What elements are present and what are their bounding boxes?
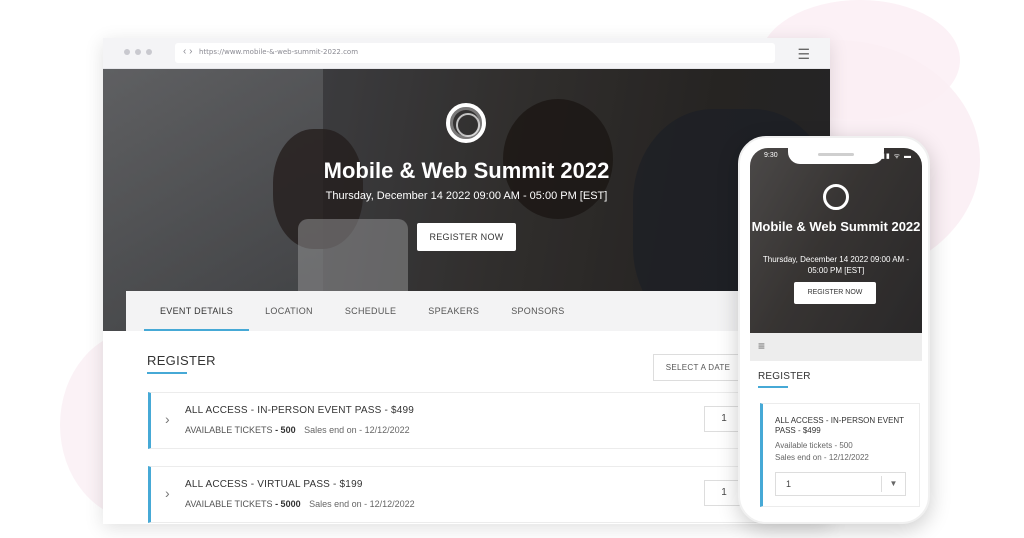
register-heading: REGISTER <box>758 371 811 382</box>
mobile-phone-mock: 9:30 ▮▮ ᯤ ▬ Mobile & Web Summit 2022 Thu… <box>738 136 930 524</box>
window-dot <box>135 49 141 55</box>
tab-event-details[interactable]: EVENT DETAILS <box>144 291 250 331</box>
ticket-name: ALL ACCESS - IN-PERSON EVENT PASS - $499 <box>185 405 415 416</box>
phone-notch <box>788 148 884 164</box>
available-label: AVAILABLE TICKETS <box>185 499 273 509</box>
register-heading: REGISTER <box>147 353 216 368</box>
status-time: 9:30 <box>764 152 778 159</box>
window-dot <box>146 49 152 55</box>
tab-schedule[interactable]: SCHEDULE <box>329 291 412 331</box>
available-tickets: Available tickets - 500 <box>775 441 853 450</box>
nav-arrows-icon[interactable]: ‹ › <box>183 46 192 57</box>
ticket-row[interactable]: › ALL ACCESS - VIRTUAL PASS - $199 AVAIL… <box>148 466 788 523</box>
tab-speakers[interactable]: SPEAKERS <box>412 291 495 331</box>
quantity-value: 1 <box>786 479 792 489</box>
ticket-name: ALL ACCESS - IN-PERSON EVENT PASS - $499 <box>775 416 904 435</box>
register-section: REGISTER SELECT A DATE › ALL ACCESS - IN… <box>103 331 830 524</box>
heading-underline <box>147 372 187 374</box>
chevron-down-icon[interactable]: ▼ <box>881 476 905 492</box>
browser-chrome: ‹ › https://www.mobile-&-web-summit-2022… <box>103 38 830 69</box>
chevron-right-icon[interactable]: › <box>165 485 170 501</box>
ticket-card[interactable]: ALL ACCESS - IN-PERSON EVENT PASS - $499… <box>760 403 920 507</box>
ticket-name: ALL ACCESS - VIRTUAL PASS - $199 <box>185 479 363 490</box>
ticket-info: AVAILABLE TICKETS - 5000 Sales end on - … <box>185 499 415 509</box>
phone-hero-banner: 9:30 ▮▮ ᯤ ▬ Mobile & Web Summit 2022 Thu… <box>750 148 922 333</box>
register-now-button[interactable]: REGISTER NOW <box>417 223 516 251</box>
event-title: Mobile & Web Summit 2022 <box>323 158 610 183</box>
chevron-right-icon[interactable]: › <box>165 411 170 427</box>
window-controls <box>124 49 152 55</box>
ticket-info: AVAILABLE TICKETS - 500 Sales end on - 1… <box>185 425 410 435</box>
sales-end: Sales end on - 12/12/2022 <box>309 499 415 509</box>
sales-end: Sales end on - 12/12/2022 <box>775 453 869 462</box>
available-count: - 500 <box>275 425 296 435</box>
event-logo-icon <box>446 103 486 143</box>
hamburger-icon[interactable]: ≡ <box>758 339 765 353</box>
available-count: - 5000 <box>275 499 301 509</box>
hero-overlay <box>750 148 922 333</box>
hamburger-icon[interactable]: ☰ <box>797 46 810 63</box>
event-tabs: EVENT DETAILS LOCATION SCHEDULE SPEAKERS… <box>126 291 766 331</box>
event-date: Thursday, December 14 2022 09:00 AM - 05… <box>762 255 910 275</box>
phone-menu-bar: ≡ <box>750 333 922 361</box>
heading-underline <box>758 386 788 388</box>
status-icons: ▮▮ ᯤ ▬ <box>881 153 912 160</box>
event-date: Thursday, December 14 2022 09:00 AM - 05… <box>325 190 608 202</box>
event-title: Mobile & Web Summit 2022 <box>751 219 921 234</box>
event-logo-icon <box>823 184 849 210</box>
select-date-button[interactable]: SELECT A DATE <box>653 354 743 381</box>
desktop-browser-mock: ‹ › https://www.mobile-&-web-summit-2022… <box>103 38 830 524</box>
ticket-row[interactable]: › ALL ACCESS - IN-PERSON EVENT PASS - $4… <box>148 392 788 449</box>
tab-sponsors[interactable]: SPONSORS <box>495 291 580 331</box>
url-text: https://www.mobile-&-web-summit-2022.com <box>199 48 359 56</box>
tab-location[interactable]: LOCATION <box>249 291 329 331</box>
sales-end: Sales end on - 12/12/2022 <box>304 425 410 435</box>
register-now-button[interactable]: REGISTER NOW <box>794 282 876 304</box>
available-label: AVAILABLE TICKETS <box>185 425 273 435</box>
quantity-select[interactable]: 1 ▼ <box>775 472 906 496</box>
window-dot <box>124 49 130 55</box>
